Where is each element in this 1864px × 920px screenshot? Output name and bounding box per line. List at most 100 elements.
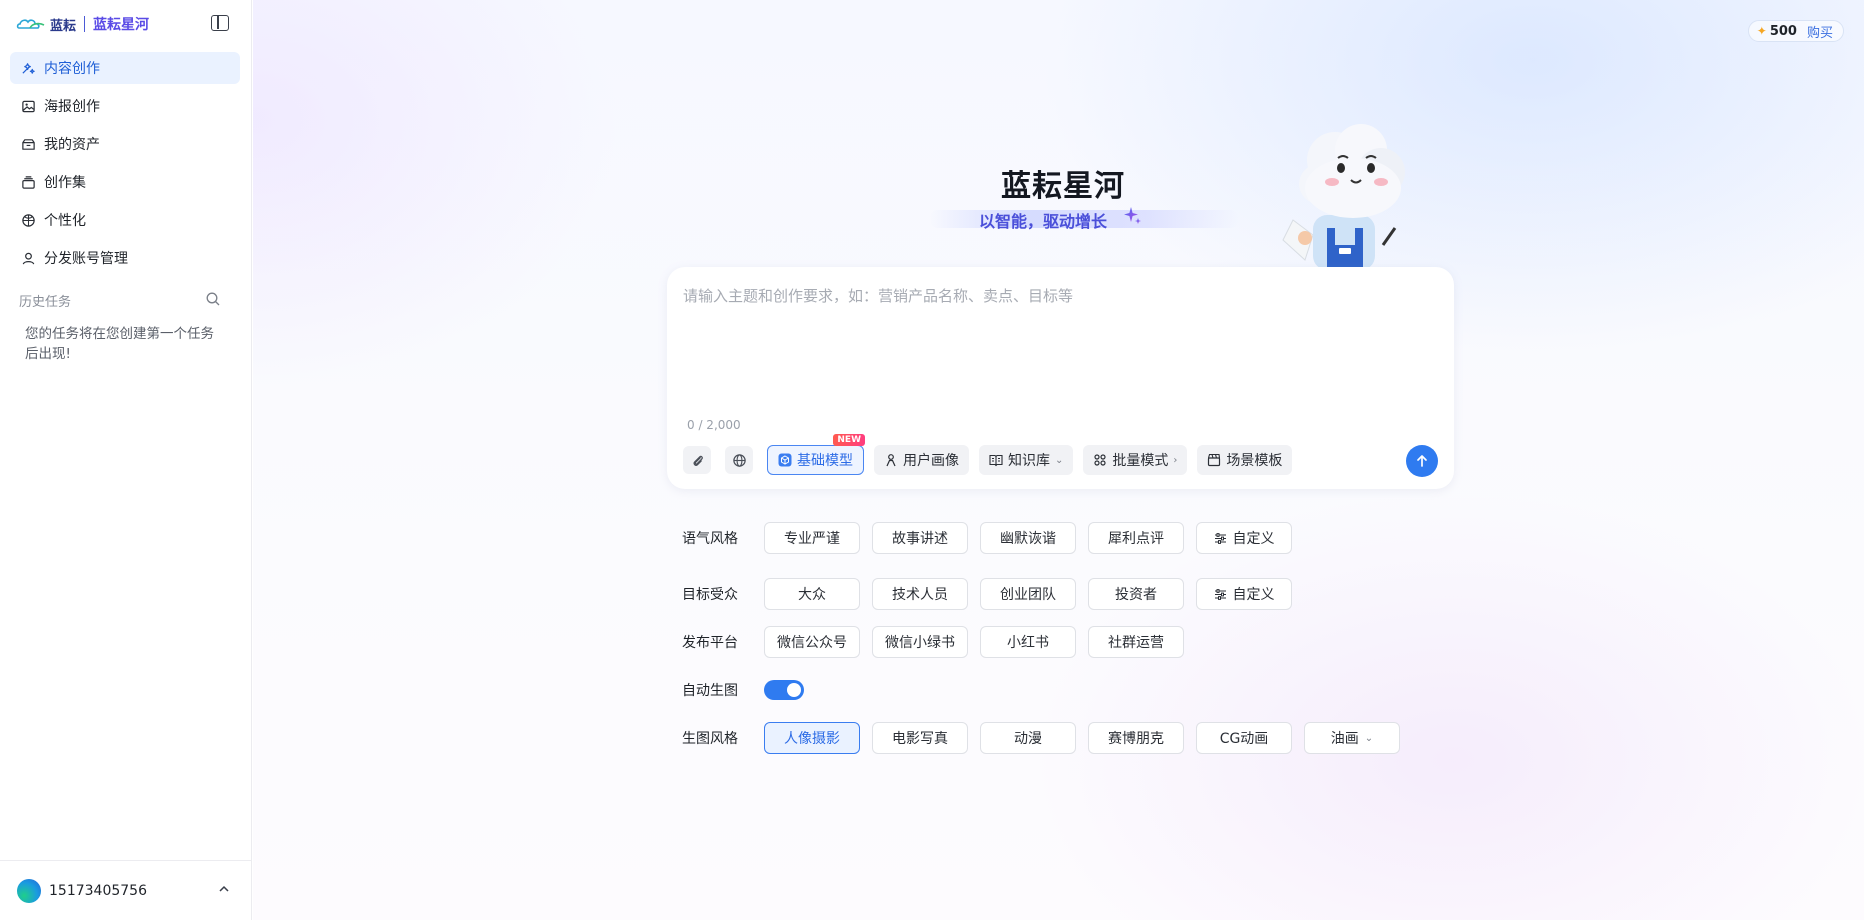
image-style-chip[interactable]: 电影写真 <box>872 722 968 754</box>
image-style-chip[interactable]: CG动画 <box>1196 722 1292 754</box>
scene-template-label: 场景模板 <box>1226 453 1283 469</box>
batch-mode-button[interactable]: 批量模式 › <box>1083 445 1188 475</box>
sidebar-item-poster-creation[interactable]: 海报创作 <box>10 90 240 122</box>
sidebar-item-label: 创作集 <box>44 175 86 191</box>
product-name: 蓝耘星河 <box>93 17 150 33</box>
user-icon <box>20 250 36 266</box>
sidebar-item-collections[interactable]: 创作集 <box>10 166 240 198</box>
book-icon <box>989 453 1003 467</box>
sliders-icon <box>1214 532 1227 545</box>
auto-image-row: 自动生图 <box>682 680 804 700</box>
sparkle-icon <box>1124 207 1141 224</box>
image-icon <box>20 98 36 114</box>
chevron-right-icon: › <box>1173 454 1178 466</box>
chevron-down-icon: ⌄ <box>1364 732 1374 744</box>
globe-icon <box>732 453 746 467</box>
history-section-title: 历史任务 <box>19 295 72 310</box>
tone-chip[interactable]: 故事讲述 <box>872 522 968 554</box>
cube-icon <box>778 453 792 467</box>
platform-chip[interactable]: 社群运营 <box>1088 626 1184 658</box>
platform-chip[interactable]: 微信公众号 <box>764 626 860 658</box>
char-counter: 0 / 2,000 <box>687 418 741 432</box>
user-account-bar[interactable]: 15173405756 <box>0 860 252 920</box>
audience-chip[interactable]: 创业团队 <box>980 578 1076 610</box>
audience-custom-label: 自定义 <box>1232 587 1275 603</box>
audience-chip[interactable]: 投资者 <box>1088 578 1184 610</box>
user-phone: 15173405756 <box>49 882 147 899</box>
sliders-icon <box>1214 588 1227 601</box>
image-style-chip[interactable]: 人像摄影 <box>764 722 860 754</box>
base-model-button[interactable]: 基础模型 NEW <box>767 434 865 475</box>
tone-custom-chip[interactable]: 自定义 <box>1196 522 1292 554</box>
tone-chip[interactable]: 犀利点评 <box>1088 522 1184 554</box>
knowledge-base-dropdown[interactable]: 知识库 ⌄ <box>979 445 1074 475</box>
web-search-button[interactable] <box>725 446 753 474</box>
audience-label: 目标受众 <box>682 587 738 603</box>
box-icon <box>20 136 36 152</box>
audience-chip[interactable]: 技术人员 <box>872 578 968 610</box>
sidebar-item-label: 内容创作 <box>44 61 100 77</box>
palette-icon <box>20 212 36 228</box>
sidebar-nav: 内容创作 海报创作 我的资产 创作集 个性化 分发账号管理 <box>10 52 240 280</box>
logo-text: 蓝耘 <box>50 18 77 34</box>
send-button[interactable] <box>1406 445 1438 477</box>
person-icon <box>884 453 898 467</box>
sidebar-item-label: 我的资产 <box>44 137 100 153</box>
prompt-input[interactable] <box>683 285 1433 385</box>
user-persona-label: 用户画像 <box>903 453 959 469</box>
sidebar: 蓝耘 蓝耘星河 内容创作 海报创作 我的资产 创作集 个性化 分发账号管理 历史… <box>0 0 252 920</box>
brand-logo[interactable]: 蓝耘 蓝耘星河 <box>16 13 149 35</box>
sidebar-item-label: 分发账号管理 <box>44 251 128 267</box>
auto-image-label: 自动生图 <box>682 683 738 699</box>
history-search-icon[interactable] <box>205 291 221 307</box>
user-persona-button[interactable]: 用户画像 <box>874 445 969 475</box>
image-style-label: 生图风格 <box>682 731 738 747</box>
platform-label: 发布平台 <box>682 635 738 651</box>
hero-title: 蓝耘星河 <box>1001 169 1125 204</box>
image-style-chip[interactable]: 赛博朋克 <box>1088 722 1184 754</box>
credits-amount: 500 <box>1769 23 1797 39</box>
tone-chip[interactable]: 专业严谨 <box>764 522 860 554</box>
sidebar-item-label: 海报创作 <box>44 99 100 115</box>
audience-row: 目标受众 大众 技术人员 创业团队 投资者 自定义 <box>682 578 1304 610</box>
grid-icon <box>1093 453 1107 467</box>
cloud-mascot-illustration <box>1282 124 1405 270</box>
image-style-more-dropdown[interactable]: 油画 ⌄ <box>1304 722 1400 754</box>
buy-credits-link[interactable]: 购买 <box>1807 22 1833 41</box>
auto-image-toggle[interactable] <box>764 680 804 700</box>
sidebar-item-account-management[interactable]: 分发账号管理 <box>10 242 240 274</box>
sidebar-item-label: 个性化 <box>44 213 86 229</box>
tone-chip[interactable]: 幽默诙谐 <box>980 522 1076 554</box>
attach-file-button[interactable] <box>683 446 711 474</box>
tone-row: 语气风格 专业严谨 故事讲述 幽默诙谐 犀利点评 自定义 <box>682 522 1304 554</box>
batch-mode-label: 批量模式 <box>1112 453 1169 469</box>
platform-chip[interactable]: 小红书 <box>980 626 1076 658</box>
sidebar-collapse-icon[interactable] <box>211 15 229 31</box>
composer-toolbar: 基础模型 NEW 用户画像 知识库 ⌄ 批量模式 › 场景模板 <box>683 434 1302 475</box>
chevron-up-icon[interactable] <box>218 883 230 895</box>
tone-label: 语气风格 <box>682 531 738 547</box>
main-area: ✦ 500 购买 蓝耘星河 以智能，驱动增长 0 / 2,000 <box>253 0 1864 920</box>
star-icon: ✦ <box>1756 24 1767 38</box>
sidebar-item-content-creation[interactable]: 内容创作 <box>10 52 240 84</box>
paperclip-icon <box>692 455 703 466</box>
composer-card: 0 / 2,000 基础模型 NEW 用户画像 <box>667 267 1454 489</box>
scene-template-button[interactable]: 场景模板 <box>1197 445 1293 475</box>
knowledge-base-label: 知识库 <box>1008 453 1050 469</box>
avatar <box>17 878 41 903</box>
tone-custom-label: 自定义 <box>1232 531 1275 547</box>
collection-icon <box>20 174 36 190</box>
base-model-label: 基础模型 <box>797 453 853 469</box>
platform-row: 发布平台 微信公众号 微信小绿书 小红书 社群运营 <box>682 626 1196 658</box>
logo-divider <box>84 16 86 32</box>
audience-custom-chip[interactable]: 自定义 <box>1196 578 1292 610</box>
sidebar-item-my-assets[interactable]: 我的资产 <box>10 128 240 160</box>
new-badge: NEW <box>833 434 865 446</box>
image-style-more-label: 油画 <box>1330 731 1359 747</box>
sidebar-item-personalization[interactable]: 个性化 <box>10 204 240 236</box>
image-style-chip[interactable]: 动漫 <box>980 722 1076 754</box>
hero-subtitle: 以智能，驱动增长 <box>979 212 1108 231</box>
platform-chip[interactable]: 微信小绿书 <box>872 626 968 658</box>
cloud-logo-icon <box>16 19 45 29</box>
audience-chip[interactable]: 大众 <box>764 578 860 610</box>
